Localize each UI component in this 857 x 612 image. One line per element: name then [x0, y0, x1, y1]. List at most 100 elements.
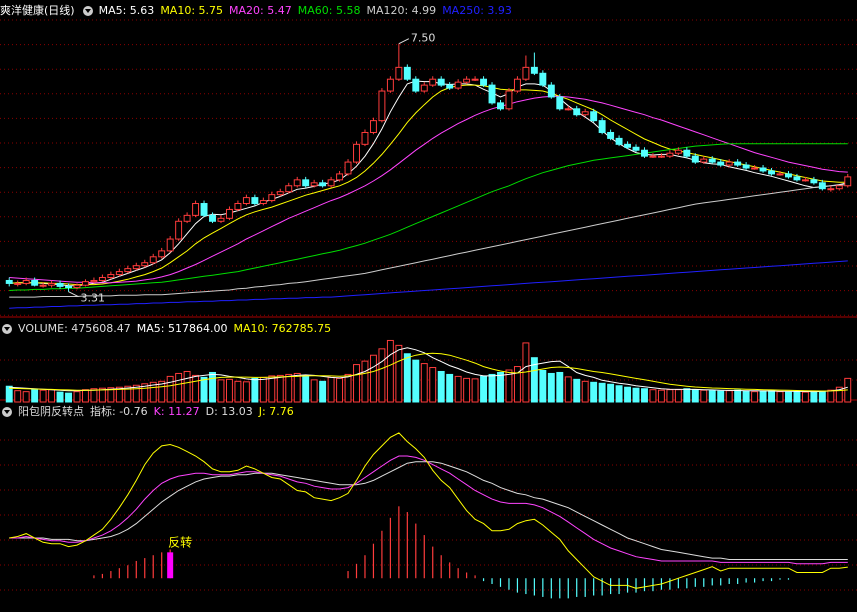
volume-bar: [818, 390, 826, 403]
candle-body: [386, 78, 394, 92]
signal-bar: [167, 552, 174, 579]
candle-body: [734, 161, 742, 166]
candle-body: [818, 182, 826, 190]
grid-lines: [0, 19, 857, 591]
candle-body: [429, 78, 437, 86]
volume-bar: [420, 363, 428, 403]
candle-body: [268, 194, 276, 202]
volume-bar: [480, 375, 488, 403]
candle-body: [641, 149, 648, 157]
volume-bar: [708, 390, 716, 403]
candle-body: [82, 281, 89, 286]
candle-body: [835, 185, 843, 190]
candle-body: [107, 274, 115, 279]
candle-body: [412, 78, 420, 92]
indicator-legend: 阳包阴反转点 指标: -0.76 K: 11.27 D: 13.03 J: 7.…: [0, 404, 300, 420]
candle-body: [336, 173, 344, 181]
candle-body: [209, 214, 216, 222]
candle-body: [463, 78, 471, 83]
candle-body: [530, 66, 538, 74]
candle-body: [615, 137, 623, 145]
volume-bar: [751, 391, 759, 403]
volume-bar: [598, 382, 606, 403]
candle-body: [556, 96, 564, 110]
candle-body: [369, 120, 377, 133]
candle-body: [801, 179, 809, 182]
main-legend: 爽洋健康(日线) MA5: 5.63 MA10: 5.75 MA20: 5.47…: [0, 3, 518, 19]
volume-bar: [471, 378, 479, 403]
candlesticks: 7.50 3.31: [5, 32, 852, 305]
candle-body: [293, 179, 301, 187]
candle-body: [708, 158, 716, 163]
volume-bar: [225, 378, 233, 403]
candle-body: [454, 81, 462, 89]
volume-bar: [361, 360, 369, 403]
volume-bar: [82, 389, 89, 403]
candle-body: [124, 268, 132, 273]
volume-bar: [268, 375, 276, 403]
volume-bar: [454, 375, 462, 403]
volume-bar: [403, 353, 411, 403]
volume-bar: [437, 370, 445, 403]
k-line: [9, 455, 848, 565]
volume-bar: [683, 388, 691, 403]
candle-body: [590, 111, 598, 122]
volume-bar: [429, 367, 437, 403]
volume-bar: [22, 391, 30, 403]
volume-bar: [657, 389, 665, 403]
candle-body: [446, 84, 454, 89]
volume-bar: [276, 374, 284, 403]
volume-bar: [446, 373, 454, 403]
candle-body: [48, 282, 56, 286]
volume-bar: [217, 379, 225, 403]
candle-body: [420, 84, 428, 92]
volume-bar: [810, 391, 818, 403]
volume-bar: [590, 381, 598, 403]
main-legend-menu-icon[interactable]: [82, 6, 93, 16]
volume-bar: [251, 377, 259, 403]
indicator-d-legend: D: 13.03: [205, 405, 253, 418]
candle-body: [158, 250, 166, 258]
volume-bar: [175, 372, 183, 403]
candle-body: [539, 72, 547, 86]
candle-body: [437, 78, 445, 86]
ma60-legend: MA60: 5.58: [297, 4, 361, 17]
candle-body: [827, 188, 835, 191]
volume-bar: [497, 371, 504, 403]
candle-body: [302, 179, 310, 187]
volume-legend-menu-icon[interactable]: [2, 324, 12, 334]
candle-body: [166, 238, 174, 252]
candle-body: [22, 279, 30, 284]
volume-bar: [369, 354, 377, 403]
candle-body: [141, 262, 149, 267]
volume-bar: [717, 390, 725, 403]
volume-bar: [209, 371, 216, 403]
high-marker-line: [398, 38, 410, 45]
indicator-j-legend: J: 7.76: [258, 405, 294, 418]
candle-body: [683, 149, 691, 157]
candle-body: [56, 282, 64, 287]
candle-body: [497, 102, 504, 110]
volume-bar: [412, 359, 420, 403]
candle-body: [776, 173, 784, 176]
candle-body: [73, 284, 81, 289]
candle-body: [674, 149, 682, 154]
indicator-legend-menu-icon[interactable]: [2, 407, 12, 417]
volume-bar: [624, 386, 632, 403]
candle-body: [844, 176, 852, 187]
ma250-legend: MA250: 3.93: [442, 4, 512, 17]
volume-bar: [56, 391, 64, 403]
candle-body: [505, 90, 513, 110]
candle-body: [310, 182, 318, 187]
candle-body: [581, 111, 589, 116]
indicator-value-legend: 指标: -0.76: [90, 405, 148, 418]
candle-body: [14, 282, 22, 285]
volume-bar: [336, 377, 344, 403]
candle-body: [5, 279, 13, 284]
indicator-k-legend: K: 11.27: [153, 405, 200, 418]
volume-bar: [65, 392, 72, 403]
candle-body: [39, 284, 47, 287]
ma20-line: [9, 95, 848, 284]
volume-bar: [776, 391, 784, 403]
volume-bar: [378, 348, 386, 403]
